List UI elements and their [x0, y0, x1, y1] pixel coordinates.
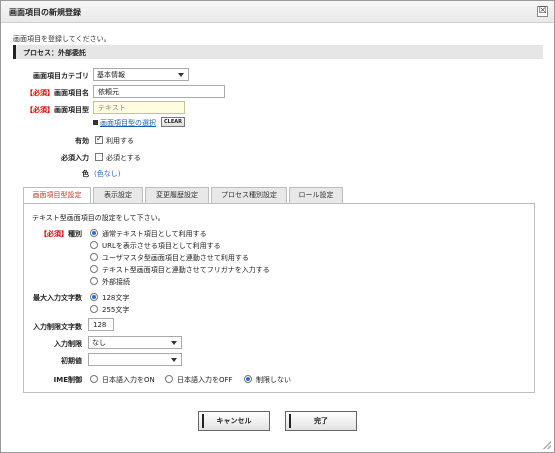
required-input-label: 必須入力	[61, 154, 89, 162]
tab-history-settings[interactable]: 変更履歴設定	[145, 187, 209, 203]
kind-option-label: 外部接続	[102, 278, 130, 286]
color-value-link[interactable]: (色なし)	[94, 169, 120, 179]
color-label: 色	[82, 170, 89, 178]
type-settings-panel: テキスト型画面項目の設定をして下さい。 【必須】種別 通常テキスト項目として利用…	[23, 203, 535, 393]
title-bar[interactable]: 画面項目の新規登録 ☒	[1, 1, 554, 23]
kind-radio-user-master[interactable]	[90, 253, 98, 261]
name-input[interactable]: 依頼元	[93, 85, 225, 98]
enabled-label: 有効	[75, 137, 89, 145]
tab-display-settings[interactable]: 表示設定	[93, 187, 143, 203]
kind-radio-normal[interactable]	[90, 229, 98, 237]
input-restriction-select[interactable]: なし	[88, 336, 182, 349]
chevron-down-icon	[171, 341, 177, 345]
chevron-down-icon	[178, 73, 184, 77]
limit-chars-input[interactable]: 128	[88, 318, 114, 331]
initial-value-select[interactable]	[88, 353, 182, 366]
ime-option-label: 制限しない	[256, 376, 291, 384]
kind-option-label: ユーザマスタ型画面項目と連動させて利用する	[102, 254, 249, 262]
ime-option-label: 日本語入力をOFF	[177, 376, 233, 384]
kind-option-label: URLを表示させる項目として利用する	[102, 242, 221, 250]
square-bullet-icon	[93, 120, 98, 125]
kind-option-label: テキスト型画面項目と連動させてフリガナを入力する	[102, 266, 270, 274]
resize-handle-icon[interactable]	[543, 441, 551, 449]
tab-process-type-settings[interactable]: プロセス種別設定	[211, 187, 287, 203]
kind-label: 種別	[68, 230, 82, 238]
type-select-link[interactable]: 画面項目型の選択	[100, 118, 156, 128]
enabled-checkbox[interactable]	[95, 134, 103, 144]
category-select[interactable]: 基本情報	[93, 68, 189, 81]
dialog-title: 画面項目の新規登録	[9, 8, 81, 17]
type-input: テキスト	[93, 101, 185, 114]
tab-type-settings[interactable]: 画面項目型設定	[23, 187, 91, 204]
limit-chars-label: 入力制限文字数	[33, 323, 82, 331]
max-chars-option-label: 128文字	[102, 294, 130, 302]
required-tag: 【必須】	[26, 106, 54, 114]
kind-option-label: 通常テキスト項目として利用する	[102, 230, 207, 238]
max-chars-option-label: 255文字	[102, 306, 130, 314]
required-tag: 【必須】	[40, 230, 68, 238]
ime-label: IME制御	[53, 376, 82, 384]
ime-option-label: 日本語入力をON	[102, 376, 155, 384]
tab-role-settings[interactable]: ロール設定	[289, 187, 343, 203]
initial-value-label: 初期値	[61, 357, 82, 365]
panel-description: テキスト型画面項目の設定をして下さい。	[32, 214, 165, 222]
clear-button[interactable]: CLEAR	[161, 117, 185, 127]
close-icon[interactable]: ☒	[537, 6, 548, 17]
chevron-down-icon	[171, 358, 177, 362]
category-value: 基本情報	[97, 71, 125, 79]
process-header: プロセス：外部委託	[13, 45, 543, 59]
done-button[interactable]: 完了	[285, 411, 357, 431]
required-tag: 【必須】	[26, 89, 54, 97]
required-input-checkbox-label: 必須とする	[106, 154, 141, 162]
ime-radio-off[interactable]	[165, 375, 173, 383]
kind-radio-furigana[interactable]	[90, 265, 98, 273]
enabled-checkbox-label: 利用する	[106, 137, 134, 145]
cancel-button[interactable]: キャンセル	[198, 411, 270, 431]
kind-radio-url[interactable]	[90, 241, 98, 249]
max-chars-radio-255[interactable]	[90, 305, 98, 313]
ime-radio-on[interactable]	[90, 375, 98, 383]
max-chars-label: 最大入力文字数	[33, 294, 82, 302]
required-input-checkbox[interactable]	[95, 153, 103, 161]
max-chars-radio-128[interactable]	[90, 293, 98, 301]
input-restriction-value: なし	[92, 339, 106, 347]
process-label: プロセス：外部委託	[23, 49, 86, 57]
kind-radio-external[interactable]	[90, 277, 98, 285]
type-label-row: 【必須】画面項目型	[11, 105, 89, 115]
register-dialog: 画面項目の新規登録 ☒ 画面項目を登録してください。 プロセス：外部委託 画面項…	[0, 0, 555, 453]
input-restriction-label: 入力制限	[54, 340, 82, 348]
intro-text: 画面項目を登録してください。	[13, 35, 111, 43]
kind-label-row: 【必須】種別	[26, 229, 82, 239]
type-label: 画面項目型	[54, 106, 89, 114]
name-label-row: 【必須】画面項目名	[11, 88, 89, 98]
name-label: 画面項目名	[54, 89, 89, 97]
ime-radio-unrestricted[interactable]	[244, 375, 252, 383]
category-label: 画面項目カテゴリ	[33, 72, 89, 80]
